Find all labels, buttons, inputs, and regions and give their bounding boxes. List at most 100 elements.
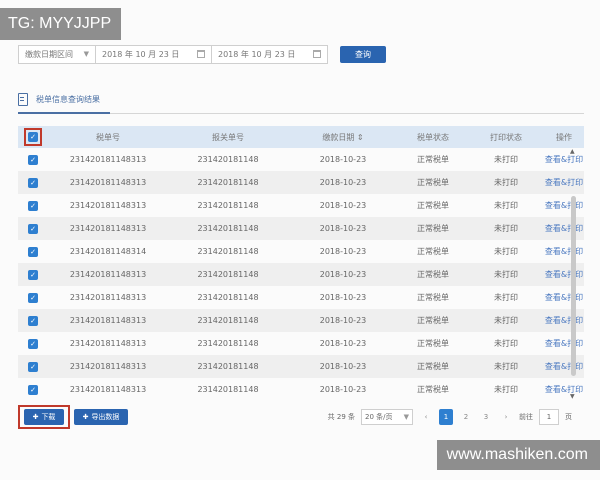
table-row[interactable]: ✓ 231420181148314 231420181148 2018-10-23 正常… [18,240,584,263]
table-row[interactable]: ✓ 231420181148313 231420181148 2018-10-23 正常… [18,171,584,194]
calendar-icon[interactable] [197,50,205,58]
cell-print-status: 未打印 [494,247,518,256]
view-print-link[interactable]: 查看&打印 [544,384,584,395]
table-row[interactable]: ✓ 231420181148313 231420181148 2018-10-23 正常… [18,378,584,401]
column-header-tax-no[interactable]: 税单号 [48,132,168,143]
select-all-highlight: ✓ [24,128,42,146]
column-header-payment-date[interactable]: 缴款日期 ⇕ [288,132,398,143]
table-row[interactable]: ✓ 231420181148313 231420181148 2018-10-23 正常… [18,355,584,378]
view-print-link[interactable]: 查看&打印 [544,361,584,372]
cell-print-status: 未打印 [494,385,518,394]
start-date-value: 2018 年 10 月 23 日 [102,49,180,59]
cell-status: 正常税单 [417,339,449,348]
cell-payment-date: 2018-10-23 [319,224,367,233]
page-unit: 页 [565,413,572,421]
row-checkbox-cell: ✓ [18,292,48,303]
table-row[interactable]: ✓ 231420181148313 231420181148 2018-10-23 正常… [18,286,584,309]
column-header-operation: 操作 [556,132,572,142]
scroll-thumb[interactable] [571,196,576,376]
sort-icon[interactable]: ⇕ [357,133,364,142]
row-checkbox[interactable]: ✓ [28,338,38,349]
table-row[interactable]: ✓ 231420181148313 231420181148 2018-10-23 正常… [18,194,584,217]
column-header-print-status[interactable]: 打印状态 [468,132,544,143]
calendar-icon[interactable] [313,50,321,58]
table-row[interactable]: ✓ 231420181148313 231420181148 2018-10-23 正常… [18,263,584,286]
row-checkbox[interactable]: ✓ [28,269,38,280]
cell-print-status: 未打印 [494,339,518,348]
cell-customs-no: 231420181148 [197,224,259,233]
date-type-label: 缴款日期区间 [25,49,73,59]
table-row[interactable]: ✓ 231420181148313 231420181148 2018-10-23 正常… [18,217,584,240]
row-checkbox[interactable]: ✓ [28,200,38,211]
table-row[interactable]: ✓ 231420181148313 231420181148 2018-10-23 正常… [18,148,584,171]
row-checkbox[interactable]: ✓ [28,154,38,165]
view-print-link[interactable]: 查看&打印 [544,154,584,165]
cell-customs-no: 231420181148 [197,247,259,256]
view-print-link[interactable]: 查看&打印 [544,177,584,188]
table-row[interactable]: ✓ 231420181148313 231420181148 2018-10-23 正常… [18,309,584,332]
row-checkbox[interactable]: ✓ [28,315,38,326]
cell-tax-no: 231420181148313 [69,362,147,371]
prev-page-icon[interactable]: ‹ [419,409,433,425]
date-type-select[interactable]: 缴款日期区间 ▼ [18,44,96,64]
cell-status: 正常税单 [417,362,449,371]
view-print-link[interactable]: 查看&打印 [544,269,584,280]
cell-print-status: 未打印 [494,270,518,279]
view-print-link[interactable]: 查看&打印 [544,246,584,257]
cell-print-status: 未打印 [494,293,518,302]
page-size-select[interactable]: 20 条/页 ▼ [361,409,413,425]
row-checkbox[interactable]: ✓ [28,246,38,257]
row-checkbox[interactable]: ✓ [28,361,38,372]
cell-payment-date: 2018-10-23 [319,339,367,348]
view-print-link[interactable]: 查看&打印 [544,223,584,234]
end-date-input[interactable]: 2018 年 10 月 23 日 [212,44,328,64]
query-button[interactable]: 查询 [340,45,386,63]
cell-status: 正常税单 [417,247,449,256]
view-print-link[interactable]: 查看&打印 [544,338,584,349]
table-row[interactable]: ✓ 231420181148313 231420181148 2018-10-23 正常… [18,332,584,355]
view-print-link[interactable]: 查看&打印 [544,315,584,326]
view-print-link[interactable]: 查看&打印 [544,200,584,211]
cell-print-status: 未打印 [494,178,518,187]
section-header: 税单信息查询结果 [18,93,100,106]
cell-payment-date: 2018-10-23 [319,270,367,279]
next-page-icon[interactable]: › [499,409,513,425]
row-checkbox-cell: ✓ [18,246,48,257]
row-checkbox-cell: ✓ [18,200,48,211]
cell-status: 正常税单 [417,293,449,302]
results-table: ✓ 税单号 报关单号 缴款日期 ⇕ 税单状态 打印状态 操作 ✓ 23142018… [18,126,584,401]
section-title: 税单信息查询结果 [36,95,100,104]
cell-status: 正常税单 [417,201,449,210]
goto-page-input[interactable]: 1 [539,409,559,425]
column-header-customs-no[interactable]: 报关单号 [168,132,288,143]
page-2-button[interactable]: 2 [459,409,473,425]
view-print-link[interactable]: 查看&打印 [544,292,584,303]
export-label: 导出数据 [91,413,120,421]
row-checkbox-cell: ✓ [18,154,48,165]
start-date-input[interactable]: 2018 年 10 月 23 日 [96,44,212,64]
page-3-button[interactable]: 3 [479,409,493,425]
row-checkbox[interactable]: ✓ [28,384,38,395]
total-count: 共 29 条 [327,413,355,421]
export-data-button[interactable]: ✚ 导出数据 [74,409,128,425]
scroll-up-arrow-icon[interactable]: ▲ [570,148,575,155]
row-checkbox-cell: ✓ [18,361,48,372]
cell-customs-no: 231420181148 [197,293,259,302]
cell-tax-no: 231420181148313 [69,270,147,279]
download-button[interactable]: ✚ 下载 [24,409,64,425]
table-body: ✓ 231420181148313 231420181148 2018-10-23 正常… [18,148,584,401]
cell-payment-date: 2018-10-23 [319,316,367,325]
table-scrollbar[interactable]: ▲ ▼ [568,148,578,400]
row-checkbox[interactable]: ✓ [28,177,38,188]
scroll-down-arrow-icon[interactable]: ▼ [570,393,575,400]
page-1-button[interactable]: 1 [439,409,453,425]
cell-customs-no: 231420181148 [197,362,259,371]
cell-print-status: 未打印 [494,224,518,233]
select-all-checkbox[interactable]: ✓ [28,132,38,142]
cell-customs-no: 231420181148 [197,270,259,279]
row-checkbox[interactable]: ✓ [28,292,38,303]
cell-customs-no: 231420181148 [197,201,259,210]
section-tab-indicator [18,112,110,114]
column-header-status[interactable]: 税单状态 [398,132,468,143]
row-checkbox[interactable]: ✓ [28,223,38,234]
